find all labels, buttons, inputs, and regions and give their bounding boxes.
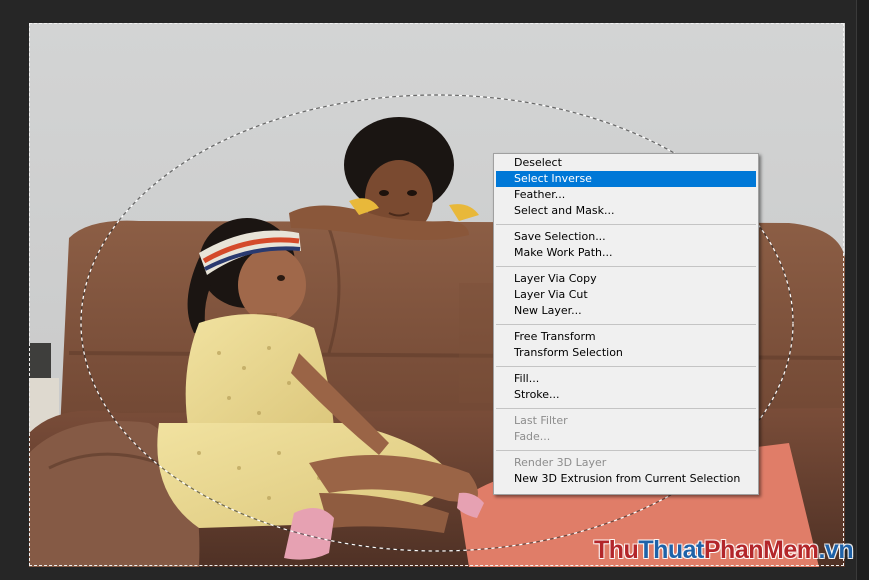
menu-separator [496,450,756,451]
menu-separator [496,224,756,225]
watermark-part3: PhanMem [703,536,819,564]
panel-edge [856,0,869,580]
menu-item-new-layer[interactable]: New Layer... [496,303,756,319]
menu-item-feather[interactable]: Feather... [496,187,756,203]
menu-item-deselect[interactable]: Deselect [496,155,756,171]
menu-item-render-3d-layer: Render 3D Layer [514,456,607,469]
menu-separator [496,366,756,367]
photoshop-workspace: ThuThuatPhanMem.vn Deselect Select Inver… [0,0,869,580]
menu-item-free-transform[interactable]: Free Transform [496,329,756,345]
selection-context-menu: Deselect Select Inverse Feather... Selec… [493,153,759,495]
menu-item-transform-selection[interactable]: Transform Selection [496,345,756,361]
menu-item-layer-via-copy[interactable]: Layer Via Copy [496,271,756,287]
watermark-logo: ThuThuatPhanMem.vn [594,536,854,565]
menu-item-make-work-path[interactable]: Make Work Path... [496,245,756,261]
menu-item-last-filter: Last Filter [514,414,568,427]
watermark-part2: Thuat [638,536,704,564]
menu-item-new-3d-extrusion[interactable]: New 3D Extrusion from Current Selection [496,471,756,487]
menu-item-fade: Fade... [514,430,551,443]
menu-item-layer-via-cut[interactable]: Layer Via Cut [496,287,756,303]
menu-separator [496,266,756,267]
menu-separator [496,324,756,325]
watermark-part4: .vn [818,536,854,564]
menu-separator [496,408,756,409]
watermark-part1: Thu [594,536,639,564]
menu-item-select-and-mask[interactable]: Select and Mask... [496,203,756,219]
menu-item-stroke[interactable]: Stroke... [496,387,756,403]
menu-item-select-inverse[interactable]: Select Inverse [496,171,756,187]
menu-item-fill[interactable]: Fill... [496,371,756,387]
menu-item-save-selection[interactable]: Save Selection... [496,229,756,245]
